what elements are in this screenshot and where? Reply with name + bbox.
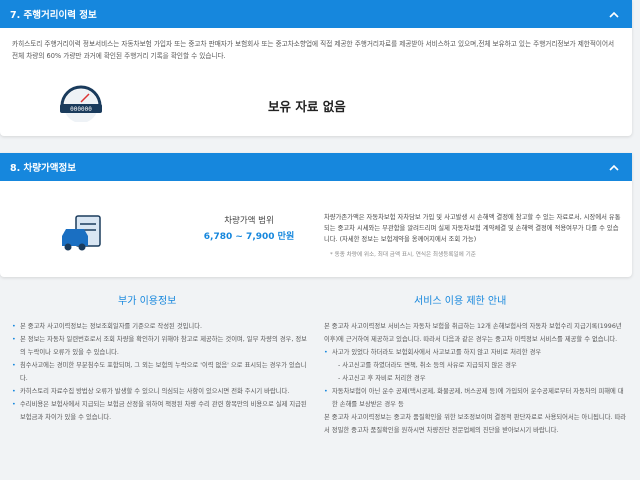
odometer-icon: 000000 xyxy=(52,84,110,123)
svg-text:000000: 000000 xyxy=(70,106,92,113)
limit-sub-1: - 사고신고를 하였더라도 면책, 취소 등의 사유로 지급되지 않은 경우 xyxy=(338,362,517,369)
service-limits-list: 본 중고차 사고이력정보 서비스는 자동차 보험을 취급하는 12개 손해보험사… xyxy=(324,320,628,437)
limit-sub-2: - 사고신고 후 자비로 처리한 경우 xyxy=(338,375,426,382)
info-item-1: 본 중고차 사고이력정보는 정보조회일자를 기준으로 작성된 것입니다. xyxy=(12,320,310,333)
car-value-icon xyxy=(58,214,104,254)
mileage-history-title: 7. 주행거리이력 정보 xyxy=(10,10,97,21)
price-range-label: 차량가액 범위 xyxy=(224,216,274,226)
service-limits-title: 서비스 이용 제한 안내 xyxy=(414,296,507,307)
info-item-3: 침수사고에는 경미한 부분침수도 포함되며, 그 외는 보험의 누락으로 '이력… xyxy=(12,359,310,385)
vehicle-value-header[interactable]: 8. 차량가액정보 xyxy=(0,153,632,181)
price-range-value: 6,780 ~ 7,900 만원 xyxy=(203,232,295,242)
limit-item-2: 자동차보험이 아닌 운수 공제(택시공제, 화물공제, 버스공제 등)에 가입되… xyxy=(324,385,628,411)
additional-info-list: 본 중고차 사고이력정보는 정보조회일자를 기준으로 작성된 것입니다. 본 정… xyxy=(12,320,310,424)
vehicle-value-title: 8. 차량가액정보 xyxy=(10,163,76,174)
info-item-2: 본 정보는 자동차 일련번호로서 조회 차량을 확인하기 위해야 참고로 제공하… xyxy=(12,333,310,359)
no-record-text: 보유 자료 없음 xyxy=(268,99,346,114)
chevron-up-icon[interactable] xyxy=(606,6,622,22)
vehicle-value-description: 차량가존가액은 자동차보험 자차담보 가입 및 사고발생 시 손해액 결정에 참… xyxy=(324,214,621,243)
info-item-5: 수리비용은 보험사에서 지급되는 보험금 산정을 위하여 책정된 차량 수리 관… xyxy=(12,398,310,424)
additional-info-title: 부가 이용정보 xyxy=(118,296,177,307)
service-limits-outro: 본 중고차 사고이력정보는 중고차 품질확인을 위한 보조정보이며 결정적 판단… xyxy=(324,414,627,434)
mileage-history-description: 카히스토리 주행거리이력 정보서비스는 자동차보험 가입자 또는 중고차 판매자… xyxy=(12,40,615,60)
limit-item-1: 사고가 있었다 하더라도 보험회사에서 사고보고를 하지 않고 자비로 처리한 … xyxy=(324,346,628,359)
chevron-up-icon[interactable] xyxy=(606,159,622,175)
service-limits-intro: 본 중고차 사고이력정보 서비스는 자동차 보험을 취급하는 12개 손해보험사… xyxy=(324,323,622,343)
mileage-history-header[interactable]: 7. 주행거리이력 정보 xyxy=(0,0,632,28)
mileage-history-panel: 7. 주행거리이력 정보 카히스토리 주행거리이력 정보서비스는 자동차보험 가… xyxy=(0,0,632,136)
info-item-4: 카히스토리 자료수집 방법상 오류가 발생할 수 있으니 의심되는 사항이 있으… xyxy=(12,385,310,398)
vehicle-value-note: * 동종 차량에 위소, 최대 금액 표시, 연식은 최생등록일에 기준 xyxy=(330,252,476,258)
